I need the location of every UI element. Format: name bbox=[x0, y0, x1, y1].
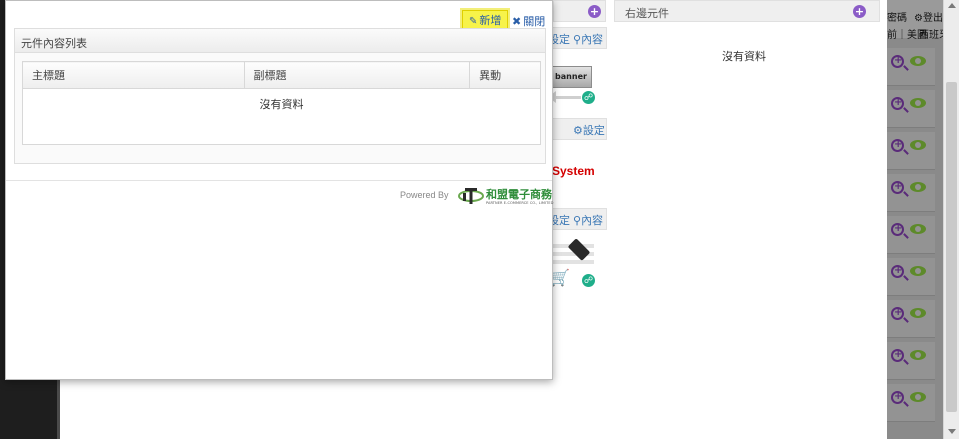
link-badge-icon[interactable]: ☍ bbox=[581, 273, 596, 288]
row-actions: + bbox=[887, 90, 935, 128]
modal-divider bbox=[6, 180, 552, 181]
row-actions: + bbox=[887, 258, 935, 296]
eye-icon[interactable] bbox=[910, 98, 926, 108]
zoom-in-icon[interactable]: + bbox=[891, 139, 904, 152]
close-button[interactable]: ✖ 關閉 bbox=[512, 13, 545, 29]
scroll-down-arrow[interactable] bbox=[948, 429, 956, 434]
row-actions: + bbox=[887, 48, 935, 86]
row-actions: + bbox=[887, 216, 935, 254]
pencil-icon: ✎ bbox=[469, 16, 478, 27]
times-icon: ✖ bbox=[512, 15, 522, 28]
zoom-in-icon[interactable]: + bbox=[891, 223, 904, 236]
row-actions: + bbox=[887, 132, 935, 170]
right-panel-header: 右邊元件 + bbox=[614, 0, 880, 22]
content-list-header: 元件內容列表 bbox=[15, 29, 545, 53]
middle-panel-header: + bbox=[553, 0, 606, 22]
eye-icon[interactable] bbox=[910, 56, 926, 66]
eye-icon[interactable] bbox=[910, 140, 926, 150]
modal-toolbar: ✎ 新增 ✖ 關閉 bbox=[6, 1, 552, 32]
right-panel-empty: 沒有資料 bbox=[722, 50, 766, 63]
row-actions: + bbox=[887, 384, 935, 422]
content-list-title: 元件內容列表 bbox=[21, 37, 87, 50]
component-content-modal: ✎ 新增 ✖ 關閉 元件內容列表 主標題 副標題 異動 沒有資料 Powered… bbox=[5, 0, 553, 380]
cart-row bbox=[550, 260, 594, 264]
column-header-subtitle[interactable]: 副標題 bbox=[243, 61, 471, 89]
content-link-1[interactable]: ⚲內容 bbox=[573, 31, 603, 47]
table-header-row: 主標題 副標題 異動 bbox=[22, 61, 541, 89]
eye-icon[interactable] bbox=[910, 308, 926, 318]
vertical-scrollbar[interactable] bbox=[943, 0, 959, 439]
brand-logo[interactable]: 和盟電子商務 PARTNER E-COMMERCE CO., LIMITED bbox=[458, 184, 553, 210]
link-badge-icon[interactable]: ☍ bbox=[581, 90, 596, 105]
close-button-label: 關閉 bbox=[523, 15, 546, 28]
gear-icon: ⚙ bbox=[573, 124, 583, 137]
zoom-in-icon[interactable]: + bbox=[891, 97, 904, 110]
settings-link-2[interactable]: ⚙設定 bbox=[573, 122, 605, 138]
row-actions: + bbox=[887, 342, 935, 380]
zoom-in-icon[interactable]: + bbox=[891, 55, 904, 68]
table-row: 沒有資料 bbox=[22, 88, 541, 145]
content-table: 主標題 副標題 異動 沒有資料 bbox=[22, 61, 541, 145]
row-actions-column: + + + + + + + + + bbox=[887, 48, 943, 428]
column-header-actions[interactable]: 異動 bbox=[469, 61, 541, 89]
brand-subtitle: PARTNER E-COMMERCE CO., LIMITED bbox=[486, 201, 554, 205]
scroll-thumb[interactable] bbox=[946, 82, 957, 412]
plus-circle-icon[interactable]: + bbox=[853, 5, 866, 18]
brand-name: 和盟電子商務 bbox=[486, 188, 552, 201]
zoom-in-icon[interactable]: + bbox=[891, 349, 904, 362]
search-icon: ⚲ bbox=[573, 214, 582, 227]
zoom-in-icon[interactable]: + bbox=[891, 265, 904, 278]
password-link[interactable]: 密碼 bbox=[887, 9, 907, 24]
content-link-3[interactable]: ⚲內容 bbox=[573, 212, 603, 228]
banner-thumbnail: banner bbox=[550, 66, 592, 88]
eye-icon[interactable] bbox=[910, 350, 926, 360]
powered-by-text: Powered By bbox=[400, 190, 449, 200]
scroll-up-arrow[interactable] bbox=[948, 3, 956, 8]
right-panel-title: 右邊元件 bbox=[625, 7, 669, 20]
plus-circle-icon[interactable]: + bbox=[588, 5, 601, 18]
gear-icon: ⚙ bbox=[914, 13, 923, 24]
content-list-panel: 元件內容列表 主標題 副標題 異動 沒有資料 bbox=[14, 28, 546, 164]
arrow-left-icon bbox=[548, 91, 581, 103]
search-icon: ⚲ bbox=[573, 33, 582, 46]
eye-icon[interactable] bbox=[910, 266, 926, 276]
system-text: System bbox=[552, 164, 595, 178]
zoom-in-icon[interactable]: + bbox=[891, 307, 904, 320]
top-right-strip: 密碼 ⚙登出 前｜美圖 西班牙 bbox=[887, 0, 949, 41]
column-header-main-title[interactable]: 主標題 bbox=[22, 61, 245, 89]
zoom-in-icon[interactable]: + bbox=[891, 391, 904, 404]
row-actions: + bbox=[887, 174, 935, 212]
eye-icon[interactable] bbox=[910, 182, 926, 192]
row-actions: + bbox=[887, 300, 935, 338]
eye-icon[interactable] bbox=[910, 392, 926, 402]
brand-logo-mark bbox=[458, 188, 484, 204]
empty-table-message: 沒有資料 bbox=[22, 88, 541, 145]
eye-icon[interactable] bbox=[910, 224, 926, 234]
add-button-label: 新增 bbox=[479, 14, 502, 27]
logout-link[interactable]: ⚙登出 bbox=[914, 9, 943, 24]
zoom-in-icon[interactable]: + bbox=[891, 181, 904, 194]
